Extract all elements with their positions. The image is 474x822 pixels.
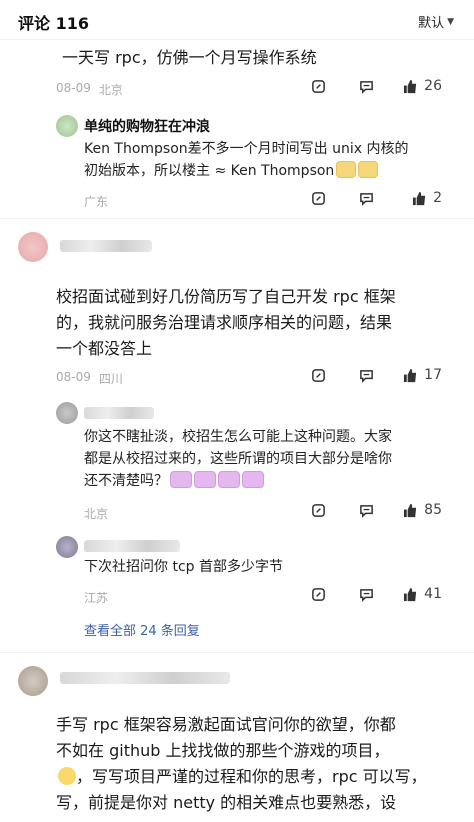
comments-header: 评论 116 默认 ▼: [0, 0, 474, 40]
reply-author[interactable]: 单纯的购物狂在冲浪: [84, 116, 210, 136]
comment-location: 四川: [98, 372, 123, 386]
view-all-replies-link[interactable]: 查看全部 24 条回复: [84, 620, 200, 639]
like-count: 2: [433, 190, 442, 206]
sort-label: 默认: [418, 16, 445, 31]
emoji-sticker-icon: [336, 161, 357, 178]
thumbs-up-icon: [403, 503, 418, 518]
reply-text-line: 还不清楚吗？: [84, 470, 264, 492]
reply-meta: 江苏: [84, 589, 108, 606]
reply-actions: 2: [294, 190, 442, 206]
username-blurred[interactable]: [60, 672, 230, 684]
reply-text-line: 你这不瞎扯淡，校招生怎么可能上这种问题。大家: [84, 429, 392, 445]
like-button[interactable]: 85: [390, 502, 442, 518]
comment-actions: 17: [294, 367, 442, 383]
emoji-sticker-icon: [170, 471, 192, 488]
reply-text: 初始版本，所以楼主 ≈ Ken Thompson: [84, 163, 335, 179]
reply-actions: 41: [294, 586, 442, 602]
emoji-sticker-icon: [218, 471, 240, 488]
comment-text: ，写写项目严谨的过程和你的思考，rpc 可以写，: [76, 767, 427, 786]
reply-location: 江苏: [84, 591, 109, 605]
comment-text-line: 不如在 github 上找找做的那些个游戏的项目，: [56, 741, 390, 760]
reply-button[interactable]: [342, 79, 390, 94]
share-icon: [311, 368, 326, 383]
reply-location: 广东: [84, 195, 109, 209]
reply-text-line: 初始版本，所以楼主 ≈ Ken Thompson: [84, 160, 379, 182]
avatar[interactable]: [56, 115, 78, 137]
comment-text-line: 一个都没答上: [56, 339, 153, 358]
divider: [0, 652, 474, 653]
reply-location: 北京: [84, 507, 109, 521]
reply-button[interactable]: [342, 587, 390, 602]
avatar[interactable]: [56, 402, 78, 424]
comment-location: 北京: [98, 83, 123, 97]
share-button[interactable]: [294, 368, 342, 383]
comment-meta: 08-09 四川: [56, 370, 123, 387]
comment-bubble-icon: [359, 191, 374, 206]
comment-bubble-icon: [359, 587, 374, 602]
reply-meta: 广东: [84, 193, 108, 210]
comment-bubble-icon: [359, 368, 374, 383]
like-button[interactable]: 2: [390, 190, 442, 206]
share-icon: [311, 79, 326, 94]
like-count: 85: [424, 502, 442, 518]
avatar[interactable]: [18, 232, 48, 262]
username-blurred[interactable]: [60, 240, 152, 252]
comment-bubble-icon: [359, 79, 374, 94]
share-icon: [311, 503, 326, 518]
comment-date: 08-09: [56, 370, 91, 384]
comments-title: 评论 116: [18, 14, 89, 33]
reply-text-line: Ken Thompson差不多一个月时间写出 unix 内核的: [84, 141, 409, 157]
reply-actions: 85: [294, 502, 442, 518]
share-button[interactable]: [294, 79, 342, 94]
sort-dropdown[interactable]: 默认 ▼: [418, 12, 454, 31]
thumbs-up-icon: [403, 368, 418, 383]
share-icon: [311, 191, 326, 206]
like-count: 17: [424, 367, 442, 383]
like-button[interactable]: 41: [390, 586, 442, 602]
thumbs-up-icon: [403, 79, 418, 94]
comment-date: 08-09: [56, 81, 91, 95]
reply-button[interactable]: [342, 191, 390, 206]
share-button[interactable]: [294, 191, 342, 206]
divider: [0, 218, 474, 219]
comment-bubble-icon: [359, 503, 374, 518]
reply-text: 下次社招问你 tcp 首部多少字节: [84, 559, 283, 575]
comment-text-line: 写，前提是你对 netty 的相关难点也要熟悉，设: [56, 793, 397, 812]
reply-text: 还不清楚吗？: [84, 473, 168, 489]
share-icon: [311, 587, 326, 602]
username-blurred[interactable]: [84, 540, 180, 552]
like-count: 41: [424, 586, 442, 602]
thumbs-up-icon: [403, 587, 418, 602]
like-button[interactable]: 26: [390, 78, 442, 94]
comment-text-line: 手写 rpc 框架容易激起面试官问你的欲望，你都: [56, 715, 396, 734]
like-count: 26: [424, 78, 442, 94]
avatar[interactable]: [18, 666, 48, 696]
emoji-sticker-icon: [194, 471, 216, 488]
comment-actions: 26: [294, 78, 442, 94]
emoji-sticker-icon: [358, 161, 379, 178]
comment-text-line: ，写写项目严谨的过程和你的思考，rpc 可以写，: [56, 764, 427, 790]
comment-text-line: 的，我就问服务治理请求顺序相关的问题，结果: [56, 313, 393, 332]
comment-text-line: 校招面试碰到好几份简历写了自己开发 rpc 框架: [56, 287, 396, 306]
emoji-sticker-icon: [242, 471, 264, 488]
emoji-icon: [58, 767, 76, 785]
reply-button[interactable]: [342, 503, 390, 518]
like-button[interactable]: 17: [390, 367, 442, 383]
thumbs-up-icon: [412, 191, 427, 206]
username-blurred[interactable]: [84, 407, 154, 419]
reply-meta: 北京: [84, 505, 108, 522]
comment-text: 一天写 rpc，仿佛一个月写操作系统: [62, 48, 317, 67]
comment-meta: 08-09 北京: [56, 81, 123, 98]
avatar[interactable]: [56, 536, 78, 558]
reply-button[interactable]: [342, 368, 390, 383]
share-button[interactable]: [294, 503, 342, 518]
reply-text-line: 都是从校招过来的，这些所谓的项目大部分是啥你: [84, 451, 392, 467]
share-button[interactable]: [294, 587, 342, 602]
chevron-down-icon: ▼: [447, 16, 454, 27]
